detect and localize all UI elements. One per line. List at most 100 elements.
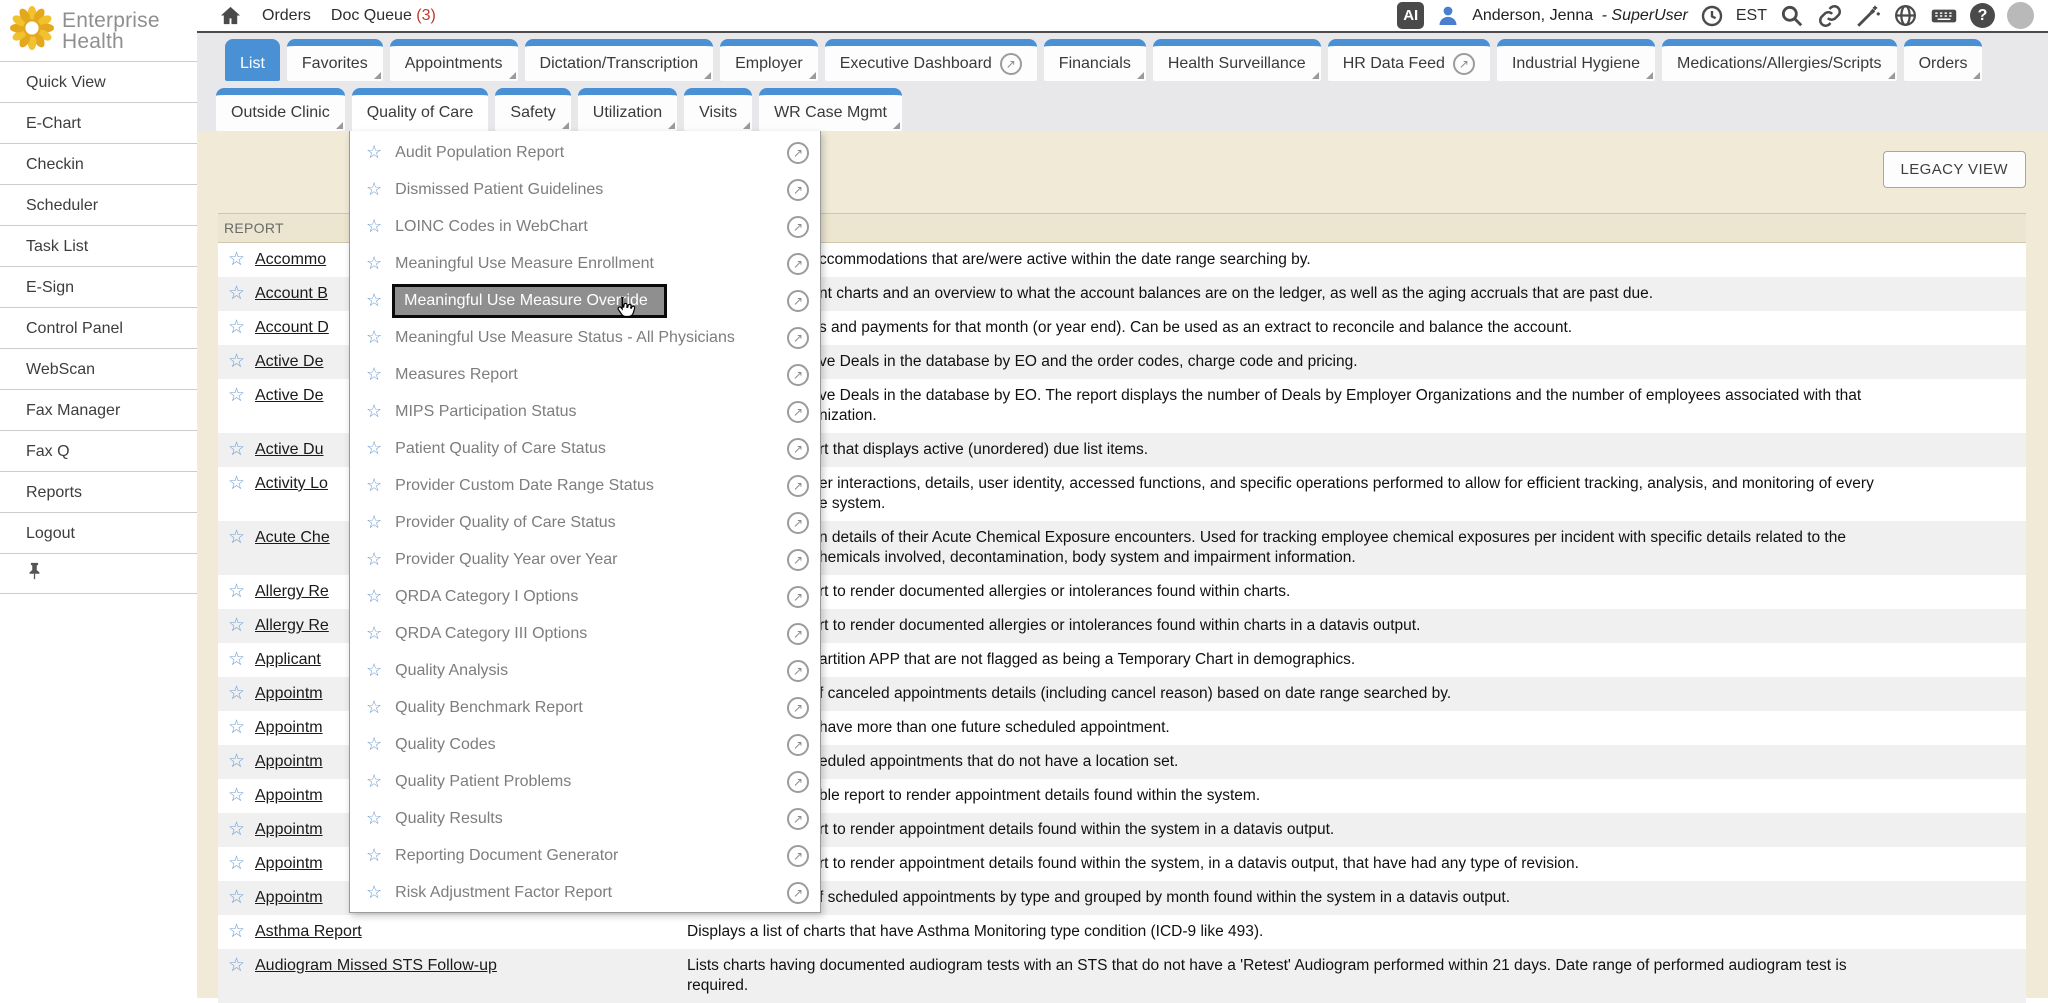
dropdown-item-dismissed-patient-guidelines[interactable]: ☆Dismissed Patient Guidelines↗ — [350, 171, 820, 208]
report-link-appointm[interactable]: Appointm — [255, 821, 323, 838]
topbar-link-orders[interactable]: Orders — [262, 7, 311, 25]
search-icon[interactable] — [1779, 3, 1805, 29]
report-link-appointm[interactable]: Appointm — [255, 685, 323, 702]
dropdown-item-patient-quality-of-care-status[interactable]: ☆Patient Quality of Care Status↗ — [350, 430, 820, 467]
favorite-star-icon[interactable]: ☆ — [218, 684, 255, 704]
dropdown-item-meaningful-use-measure-enrollment[interactable]: ☆Meaningful Use Measure Enrollment↗ — [350, 245, 820, 282]
open-new-window-icon[interactable]: ↗ — [787, 845, 809, 867]
favorite-star-icon[interactable]: ☆ — [218, 616, 255, 636]
tab-outside-clinic[interactable]: Outside Clinic — [216, 88, 345, 131]
sidebar-pin-toggle[interactable] — [0, 553, 197, 594]
avatar-circle[interactable] — [2007, 2, 2034, 29]
tab-list[interactable]: List — [225, 39, 280, 81]
favorite-star-icon[interactable]: ☆ — [218, 528, 255, 568]
favorite-star-icon[interactable]: ☆ — [218, 440, 255, 460]
globe-icon[interactable] — [1893, 3, 1918, 28]
topbar-link-doc-queue[interactable]: Doc Queue (3) — [331, 7, 436, 25]
tab-health-surveillance[interactable]: Health Surveillance — [1153, 39, 1321, 81]
dropdown-item-meaningful-use-measure-status-all-physicians[interactable]: ☆Meaningful Use Measure Status - All Phy… — [350, 319, 820, 356]
dropdown-item-quality-results[interactable]: ☆Quality Results↗ — [350, 800, 820, 837]
favorite-star-icon[interactable]: ☆ — [366, 327, 382, 348]
open-new-window-icon[interactable]: ↗ — [787, 882, 809, 904]
open-new-window-icon[interactable]: ↗ — [787, 771, 809, 793]
favorite-star-icon[interactable]: ☆ — [218, 386, 255, 426]
open-new-window-icon[interactable]: ↗ — [787, 475, 809, 497]
report-link-appointm[interactable]: Appointm — [255, 855, 323, 872]
favorite-star-icon[interactable]: ☆ — [218, 820, 255, 840]
report-link-active-du[interactable]: Active Du — [255, 441, 323, 458]
help-icon[interactable]: ? — [1970, 3, 1995, 28]
dropdown-item-reporting-document-generator[interactable]: ☆Reporting Document Generator↗ — [350, 837, 820, 874]
favorite-star-icon[interactable]: ☆ — [366, 179, 382, 200]
report-link-account-b[interactable]: Account B — [255, 285, 328, 302]
tab-safety[interactable]: Safety — [495, 88, 570, 131]
favorite-star-icon[interactable]: ☆ — [366, 623, 382, 644]
favorite-star-icon[interactable]: ☆ — [366, 734, 382, 755]
favorite-star-icon[interactable]: ☆ — [366, 549, 382, 570]
link-icon[interactable] — [1817, 3, 1843, 29]
clock-icon[interactable] — [1700, 4, 1724, 28]
favorite-star-icon[interactable]: ☆ — [366, 882, 382, 903]
open-new-window-icon[interactable]: ↗ — [787, 623, 809, 645]
report-link-accommo[interactable]: Accommo — [255, 251, 326, 268]
tab-medications-allergies-scripts[interactable]: Medications/Allergies/Scripts — [1662, 39, 1897, 81]
open-new-window-icon[interactable]: ↗ — [787, 142, 809, 164]
favorite-star-icon[interactable]: ☆ — [218, 582, 255, 602]
user-name[interactable]: Anderson, Jenna — [1472, 7, 1593, 24]
dropdown-item-loinc-codes-in-webchart[interactable]: ☆LOINC Codes in WebChart↗ — [350, 208, 820, 245]
report-link-applicant[interactable]: Applicant — [255, 651, 321, 668]
tab-quality-of-care[interactable]: Quality of Care — [352, 88, 489, 131]
favorite-star-icon[interactable]: ☆ — [218, 922, 255, 942]
sidebar-item-task-list[interactable]: Task List — [0, 225, 197, 266]
dropdown-item-quality-patient-problems[interactable]: ☆Quality Patient Problems↗ — [350, 763, 820, 800]
report-link-acute-che[interactable]: Acute Che — [255, 529, 330, 546]
open-new-window-icon[interactable]: ↗ — [787, 438, 809, 460]
favorite-star-icon[interactable]: ☆ — [366, 216, 382, 237]
sidebar-item-e-chart[interactable]: E-Chart — [0, 102, 197, 143]
open-new-window-icon[interactable]: ↗ — [787, 290, 809, 312]
favorite-star-icon[interactable]: ☆ — [366, 475, 382, 496]
report-link-appointm[interactable]: Appointm — [255, 753, 323, 770]
tab-dictation-transcription[interactable]: Dictation/Transcription — [525, 39, 714, 81]
favorite-star-icon[interactable]: ☆ — [218, 650, 255, 670]
favorite-star-icon[interactable]: ☆ — [218, 956, 255, 996]
favorite-star-icon[interactable]: ☆ — [366, 512, 382, 533]
open-new-window-icon[interactable]: ↗ — [787, 660, 809, 682]
favorite-star-icon[interactable]: ☆ — [366, 808, 382, 829]
open-new-window-icon[interactable]: ↗ — [787, 808, 809, 830]
tab-executive-dashboard[interactable]: Executive Dashboard↗ — [825, 39, 1037, 81]
sidebar-item-fax-q[interactable]: Fax Q — [0, 430, 197, 471]
open-new-window-icon[interactable]: ↗ — [787, 216, 809, 238]
favorite-star-icon[interactable]: ☆ — [218, 318, 255, 338]
favorite-star-icon[interactable]: ☆ — [366, 142, 382, 163]
favorite-star-icon[interactable]: ☆ — [366, 401, 382, 422]
report-link-asthma-report[interactable]: Asthma Report — [255, 923, 362, 940]
open-new-window-icon[interactable]: ↗ — [787, 179, 809, 201]
tab-utilization[interactable]: Utilization — [578, 88, 677, 131]
dropdown-item-measures-report[interactable]: ☆Measures Report↗ — [350, 356, 820, 393]
open-new-window-icon[interactable]: ↗ — [787, 697, 809, 719]
keyboard-icon[interactable] — [1930, 2, 1958, 30]
favorite-star-icon[interactable]: ☆ — [366, 290, 382, 311]
tab-financials[interactable]: Financials — [1044, 39, 1146, 81]
dropdown-item-quality-analysis[interactable]: ☆Quality Analysis↗ — [350, 652, 820, 689]
dropdown-item-meaningful-use-measure-override[interactable]: ☆Meaningful Use Measure Override↗ — [350, 282, 820, 319]
report-link-appointm[interactable]: Appointm — [255, 787, 323, 804]
sidebar-item-checkin[interactable]: Checkin — [0, 143, 197, 184]
wand-icon[interactable] — [1855, 3, 1881, 29]
tab-employer[interactable]: Employer — [720, 39, 818, 81]
tab-hr-data-feed[interactable]: HR Data Feed↗ — [1328, 39, 1490, 81]
report-link-appointm[interactable]: Appointm — [255, 889, 323, 906]
open-new-window-icon[interactable]: ↗ — [787, 364, 809, 386]
favorite-star-icon[interactable]: ☆ — [366, 253, 382, 274]
favorite-star-icon[interactable]: ☆ — [218, 854, 255, 874]
tab-favorites[interactable]: Favorites — [287, 39, 383, 81]
tab-industrial-hygiene[interactable]: Industrial Hygiene — [1497, 39, 1655, 81]
dropdown-item-provider-quality-of-care-status[interactable]: ☆Provider Quality of Care Status↗ — [350, 504, 820, 541]
open-new-window-icon[interactable]: ↗ — [787, 253, 809, 275]
report-link-allergy-re[interactable]: Allergy Re — [255, 583, 329, 600]
favorite-star-icon[interactable]: ☆ — [366, 660, 382, 681]
favorite-star-icon[interactable]: ☆ — [366, 697, 382, 718]
tab-wr-case-mgmt[interactable]: WR Case Mgmt — [759, 88, 902, 131]
favorite-star-icon[interactable]: ☆ — [218, 752, 255, 772]
